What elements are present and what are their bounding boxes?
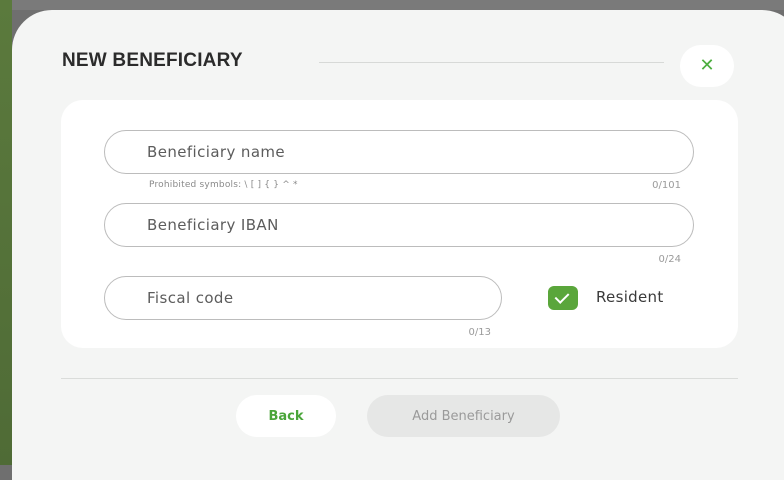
backdrop-edge xyxy=(0,0,12,465)
dialog-title: NEW BENEFICIARY xyxy=(62,50,243,71)
fiscal-counter: 0/13 xyxy=(468,327,491,338)
resident-checkbox[interactable] xyxy=(548,286,578,310)
back-button[interactable]: Back xyxy=(236,395,336,437)
backdrop xyxy=(0,0,784,10)
add-beneficiary-button[interactable]: Add Beneficiary xyxy=(367,395,560,437)
name-counter: 0/101 xyxy=(652,180,681,191)
name-hint: Prohibited symbols: \ [ ] { } ^ * xyxy=(149,180,298,190)
title-divider xyxy=(319,62,664,63)
resident-label: Resident xyxy=(596,288,664,306)
beneficiary-iban-input[interactable] xyxy=(104,203,694,247)
iban-counter: 0/24 xyxy=(658,254,681,265)
new-beneficiary-dialog: NEW BENEFICIARY ✕ Prohibited symbols: \ … xyxy=(12,10,784,480)
footer-divider xyxy=(61,378,738,379)
beneficiary-name-input[interactable] xyxy=(104,130,694,174)
close-icon: ✕ xyxy=(699,55,715,76)
fiscal-code-input[interactable] xyxy=(104,276,502,320)
form-card: Prohibited symbols: \ [ ] { } ^ * 0/101 … xyxy=(61,100,738,348)
close-button[interactable]: ✕ xyxy=(680,45,734,87)
